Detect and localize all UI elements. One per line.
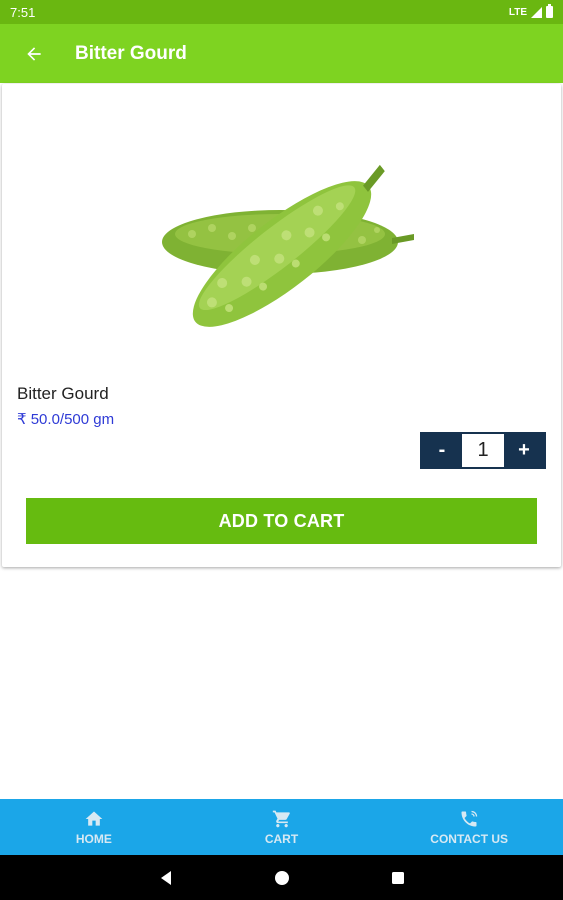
quantity-stepper: - 1 + (420, 432, 546, 469)
back-button[interactable] (0, 24, 60, 83)
bitter-gourd-image (162, 164, 414, 327)
nav-item-label: CONTACT US (430, 831, 509, 846)
nav-item-home[interactable]: HOME (0, 799, 188, 855)
home-icon (85, 811, 103, 826)
product-card: Bitter Gourd ₹ 50.0/500 gm - 1 + ADD TO … (2, 84, 561, 567)
add-to-cart-button[interactable]: ADD TO CART (26, 498, 537, 544)
bottom-navigation: HOME CART CONTACT US (0, 799, 563, 855)
cart-icon (272, 810, 290, 827)
quantity-value[interactable]: 1 (462, 434, 504, 467)
status-bar: 7:51 LTE (0, 0, 563, 24)
back-arrow-icon (27, 46, 41, 61)
product-name: Bitter Gourd (17, 384, 109, 403)
app-bar: Bitter Gourd (0, 24, 563, 83)
network-label: LTE (508, 6, 527, 18)
decrease-quantity-button[interactable]: - (422, 434, 462, 467)
system-recents-icon[interactable] (390, 870, 406, 886)
status-icons: LTE (508, 4, 553, 18)
product-price: ₹ 50.0/500 gm (17, 411, 115, 428)
increase-quantity-button[interactable]: + (504, 434, 544, 467)
status-time: 7:51 (10, 4, 36, 20)
system-home-icon[interactable] (274, 870, 290, 886)
system-navigation-bar (0, 855, 563, 900)
system-back-icon[interactable] (158, 870, 174, 886)
nav-item-label: HOME (75, 831, 112, 846)
battery-icon (546, 4, 553, 18)
nav-item-contact-us[interactable]: CONTACT US (375, 799, 563, 855)
signal-icon (531, 6, 542, 18)
page-title: Bitter Gourd (75, 42, 187, 64)
nav-item-label: CART (264, 831, 299, 846)
phone-icon (461, 810, 478, 826)
nav-item-cart[interactable]: CART (188, 799, 376, 855)
